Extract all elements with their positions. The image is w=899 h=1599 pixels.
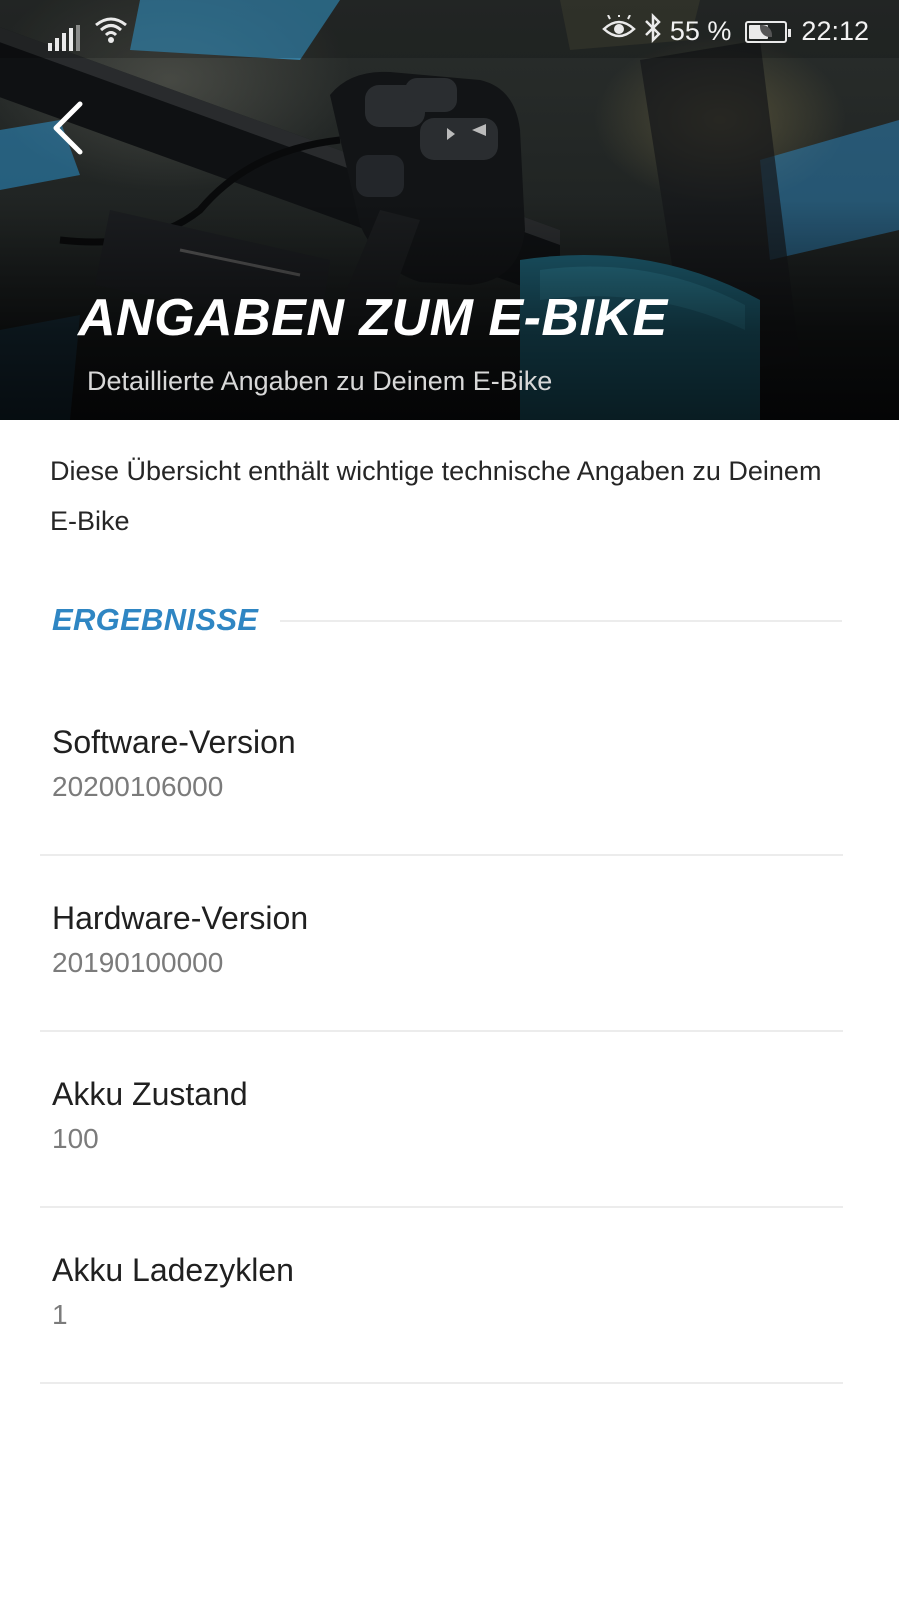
intro-text: Diese Übersicht enthält wichtige technis… bbox=[50, 456, 822, 536]
signal-icon bbox=[48, 25, 80, 51]
clock: 22:12 bbox=[801, 16, 869, 46]
back-arrow-icon bbox=[53, 101, 83, 155]
result-row-battery-health: Akku Zustand 100 bbox=[40, 1032, 843, 1208]
result-title: Akku Zustand bbox=[52, 1076, 248, 1112]
back-button[interactable] bbox=[38, 98, 98, 158]
result-value: 100 bbox=[52, 1123, 99, 1154]
result-row-hardware-version: Hardware-Version 20190100000 bbox=[40, 856, 843, 1032]
result-title: Akku Ladezyklen bbox=[52, 1252, 294, 1288]
result-value: 20200106000 bbox=[52, 771, 224, 802]
result-value: 20190100000 bbox=[52, 947, 224, 978]
result-value: 1 bbox=[52, 1299, 68, 1330]
results-list: Software-Version 20200106000 Hardware-Ve… bbox=[40, 680, 843, 1384]
section-divider bbox=[280, 620, 842, 622]
section-header: ERGEBNISSE bbox=[52, 600, 842, 640]
result-title: Hardware-Version bbox=[52, 900, 309, 936]
status-bar: 55 % 22:12 bbox=[0, 0, 899, 58]
battery-saver-icon bbox=[745, 20, 792, 43]
section-label: ERGEBNISSE bbox=[52, 602, 259, 637]
page-title: ANGABEN ZUM E-BIKE bbox=[78, 289, 668, 347]
wifi-icon bbox=[94, 16, 128, 51]
hero-header: 55 % 22:12 ANGABEN ZUM E-BIKE Detaillier… bbox=[0, 0, 899, 420]
result-row-charge-cycles: Akku Ladezyklen 1 bbox=[40, 1208, 843, 1384]
bluetooth-icon bbox=[644, 12, 662, 50]
result-title: Software-Version bbox=[52, 724, 296, 760]
battery-percent: 55 % bbox=[669, 16, 732, 46]
eye-comfort-icon bbox=[602, 13, 636, 48]
result-row-software-version: Software-Version 20200106000 bbox=[40, 680, 843, 856]
page-subtitle: Detaillierte Angaben zu Deinem E-Bike bbox=[87, 366, 553, 396]
